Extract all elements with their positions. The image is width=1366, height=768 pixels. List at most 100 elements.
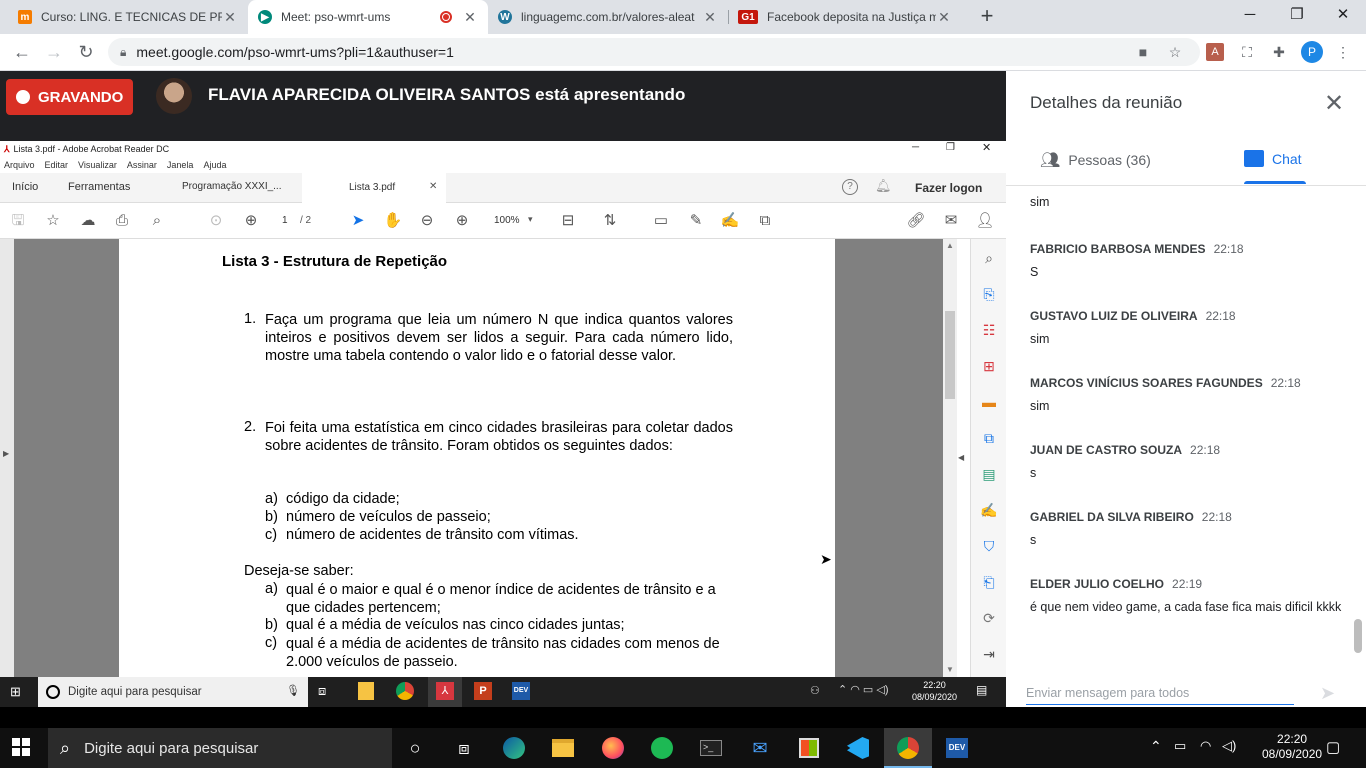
- new-tab-button[interactable]: +: [976, 5, 998, 28]
- select-cursor-icon[interactable]: ➤: [348, 212, 368, 230]
- tab-ferramentas[interactable]: Ferramentas: [68, 181, 130, 193]
- more-tools-icon[interactable]: ⧉: [755, 212, 775, 230]
- tab-people[interactable]: 👥︎ Pessoas (36): [1040, 150, 1151, 170]
- tab-chat[interactable]: Chat: [1244, 150, 1302, 167]
- scroll-down-icon[interactable]: ▼: [946, 665, 954, 674]
- close-tab-icon[interactable]: ✕: [462, 9, 478, 26]
- page-number-field[interactable]: 1: [282, 215, 288, 226]
- windows-start-icon[interactable]: [12, 738, 34, 760]
- help-icon[interactable]: ?: [842, 179, 858, 195]
- save-icon[interactable]: 🖫︎: [8, 212, 28, 230]
- chevron-down-icon[interactable]: ▾: [528, 214, 533, 225]
- store-icon[interactable]: [794, 734, 824, 762]
- export-pdf-icon[interactable]: ⎘: [980, 285, 998, 303]
- highlight-pen-icon[interactable]: ✎: [686, 212, 706, 230]
- page-fit-icon[interactable]: ⊟: [558, 212, 578, 230]
- browser-tab-g1[interactable]: G1 Facebook deposita na Justiça mu ✕: [728, 0, 962, 34]
- menu-ajuda[interactable]: Ajuda: [203, 160, 226, 170]
- scroll-up-icon[interactable]: ▲: [946, 241, 954, 250]
- mail-icon[interactable]: ✉: [745, 734, 775, 762]
- upload-cloud-icon[interactable]: ☁: [78, 212, 98, 230]
- chat-message-list[interactable]: sim FABRICIO BARBOSA MENDES 22:18 S GUSTA…: [1030, 186, 1348, 656]
- comment-tool-icon[interactable]: ▬: [980, 393, 998, 411]
- scrollbar-thumb[interactable]: [945, 311, 955, 399]
- zoom-level-select[interactable]: 100%: [494, 215, 520, 226]
- pdf-extension-icon[interactable]: A: [1206, 43, 1224, 61]
- scroll-mode-icon[interactable]: ⇅: [600, 212, 620, 230]
- menu-editar[interactable]: Editar: [45, 160, 69, 170]
- chrome-menu-icon[interactable]: ⋮: [1334, 43, 1352, 61]
- collapse-tools-icon[interactable]: ◀: [958, 453, 964, 462]
- close-tab-icon[interactable]: ✕: [429, 181, 437, 192]
- menu-assinar[interactable]: Assinar: [127, 160, 157, 170]
- close-tab-icon[interactable]: ✕: [936, 9, 952, 26]
- compress-icon[interactable]: ▤: [980, 465, 998, 483]
- close-icon[interactable]: ✕: [1324, 89, 1344, 118]
- combine-files-icon[interactable]: ⧉: [980, 429, 998, 447]
- acrobat-close-button[interactable]: ✕: [982, 141, 991, 154]
- maximize-button[interactable]: ❐: [1277, 4, 1317, 28]
- share-link-icon[interactable]: 🔗︎: [906, 212, 926, 230]
- people-icon[interactable]: ⚇: [810, 684, 820, 697]
- tab-lista3-active[interactable]: Lista 3.pdf ✕: [302, 173, 446, 203]
- firefox-icon[interactable]: [598, 734, 628, 762]
- terminal-icon[interactable]: >_: [696, 734, 726, 762]
- recording-badge[interactable]: GRAVANDO: [6, 79, 133, 115]
- extensions-icon[interactable]: ✚: [1270, 43, 1288, 61]
- left-panel-toggle[interactable]: ▶: [0, 239, 14, 677]
- shared-clock[interactable]: 22:20 08/09/2020: [912, 679, 957, 703]
- task-view-icon[interactable]: ⧈: [449, 734, 479, 762]
- send-icon[interactable]: ➤: [1320, 683, 1335, 704]
- volume-icon[interactable]: ◁): [1222, 738, 1236, 754]
- scan-icon[interactable]: ⎗: [980, 573, 998, 591]
- microphone-icon[interactable]: 🎙︎: [286, 684, 300, 697]
- tray-icons[interactable]: ⌃ ◠ ▭ ◁): [838, 683, 889, 696]
- wifi-icon[interactable]: ◠: [1200, 738, 1211, 754]
- url-field[interactable]: 🔒︎ meet.google.com/pso-wmrt-ums?pli=1&au…: [108, 38, 1200, 66]
- close-tab-icon[interactable]: ✕: [222, 9, 238, 26]
- close-window-button[interactable]: ✕: [1323, 4, 1363, 28]
- zoom-search-icon[interactable]: ⌕: [980, 249, 998, 267]
- notification-center-icon[interactable]: ▢: [1326, 738, 1340, 756]
- chrome-icon[interactable]: [396, 682, 414, 700]
- bookmark-star-icon[interactable]: ☆: [1166, 43, 1184, 61]
- taskbar-clock[interactable]: 22:20 08/09/2020: [1262, 732, 1322, 762]
- zoom-out-icon[interactable]: ⊖: [417, 212, 437, 230]
- chat-scrollbar-thumb[interactable]: [1354, 619, 1362, 653]
- protect-shield-icon[interactable]: ⛉: [980, 537, 998, 555]
- next-page-icon[interactable]: ⊕: [241, 212, 261, 230]
- tab-inicio[interactable]: Início: [12, 181, 38, 193]
- camera-icon[interactable]: ■: [1134, 43, 1152, 61]
- comment-icon[interactable]: ▭: [651, 212, 671, 230]
- sign-icon[interactable]: ✍: [720, 212, 740, 230]
- browser-tab-meet[interactable]: ▶ Meet: pso-wmrt-ums ✕: [248, 0, 488, 34]
- edge-icon[interactable]: [499, 734, 529, 762]
- document-scrollbar[interactable]: ▲ ▼: [943, 239, 957, 677]
- acrobat-maximize-button[interactable]: ❐: [946, 142, 955, 153]
- organize-pages-icon[interactable]: ☷: [980, 321, 998, 339]
- acrobat-minimize-button[interactable]: ─: [912, 142, 919, 153]
- notification-bell-icon[interactable]: 🔔︎: [875, 178, 892, 194]
- add-user-icon[interactable]: 👤︎: [975, 212, 995, 230]
- bookmark-star-icon[interactable]: ☆: [43, 212, 63, 230]
- chrome-icon[interactable]: [893, 734, 923, 762]
- windows-start-icon[interactable]: ⊞: [10, 684, 21, 700]
- task-view-icon[interactable]: ⧈: [318, 683, 326, 699]
- reload-button[interactable]: ↻: [74, 41, 98, 65]
- vscode-icon[interactable]: [843, 734, 873, 762]
- file-explorer-icon[interactable]: [358, 682, 374, 700]
- devcpp-icon[interactable]: DEV: [942, 734, 972, 762]
- browser-tab-linguagemc[interactable]: W linguagemc.com.br/valores-aleat ✕: [488, 0, 728, 34]
- powerpoint-icon[interactable]: P: [474, 682, 492, 700]
- fill-sign-icon[interactable]: ✍: [980, 501, 998, 519]
- shared-search-box[interactable]: Digite aqui para pesquisar 🎙︎: [38, 677, 308, 707]
- screen-capture-icon[interactable]: ⛶: [1238, 43, 1256, 61]
- expand-right-icon[interactable]: ⇥: [980, 645, 998, 663]
- fazer-logon-button[interactable]: Fazer logon: [915, 181, 982, 195]
- devcpp-icon[interactable]: DEV: [512, 682, 530, 700]
- menu-arquivo[interactable]: Arquivo: [4, 160, 35, 170]
- notification-icon[interactable]: ▤: [976, 683, 987, 697]
- browser-tab-course[interactable]: m Curso: LING. E TECNICAS DE PRO ✕: [8, 0, 248, 34]
- print-icon[interactable]: ⎙: [112, 212, 132, 230]
- zoom-in-icon[interactable]: ⊕: [452, 212, 472, 230]
